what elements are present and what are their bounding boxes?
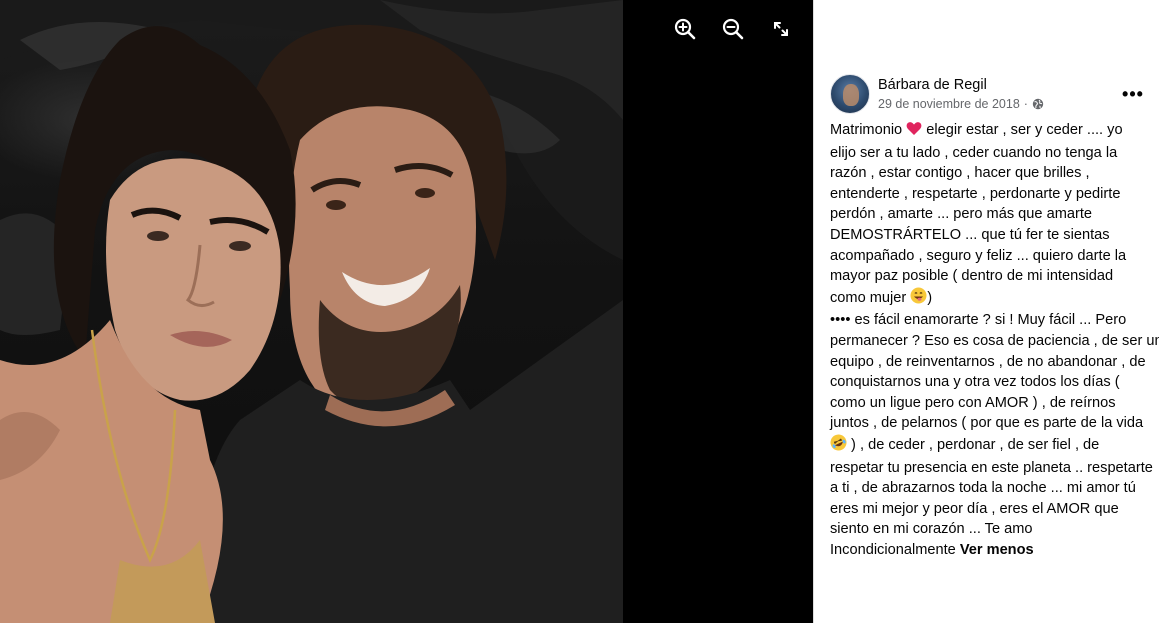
post-date[interactable]: 29 de noviembre de 2018 — [878, 95, 1020, 113]
post-photo[interactable] — [0, 0, 623, 623]
zoom-in-button[interactable] — [672, 18, 698, 44]
post-text-segment: DEMOSTRÁRTELO ... que tú fer te sientas — [830, 226, 1110, 243]
globe-icon[interactable] — [1032, 98, 1044, 110]
post-text-segment: •••• es fácil enamorarte ? si ! Muy fáci… — [830, 312, 1127, 329]
post-meta: 29 de noviembre de 2018 · — [878, 95, 1044, 113]
post-text-line: DEMOSTRÁRTELO ... que tú fer te sientas — [830, 225, 1159, 246]
meta-separator: · — [1023, 96, 1028, 111]
post-text-segment: acompañado , seguro y feliz ... quiero d… — [830, 247, 1127, 264]
post-text-segment: como mujer — [830, 289, 911, 306]
post-text-segment: ) , de ceder , perdonar , de ser fiel , … — [847, 436, 1100, 453]
post-text-line: ) , de ceder , perdonar , de ser fiel , … — [830, 434, 1159, 458]
post-text-line: acompañado , seguro y feliz ... quiero d… — [830, 246, 1159, 267]
post-text-segment: razón , estar contigo , hacer que brille… — [830, 165, 1090, 182]
more-options-button[interactable]: ••• — [1119, 80, 1147, 108]
post-text-line: permanecer ? Eso es cosa de paciencia , … — [830, 331, 1159, 352]
avatar[interactable] — [830, 74, 870, 114]
post-text-segment: elegir estar , ser y ceder .... yo — [922, 122, 1123, 138]
post-text-segment: equipo , de reinventarnos , de no abando… — [830, 353, 1146, 370]
rolling-laughing-emoji — [830, 434, 847, 458]
post-text-segment: Matrimonio — [830, 122, 907, 138]
viewer-toolbar — [672, 18, 794, 44]
post-panel: Bárbara de Regil 29 de noviembre de 2018… — [813, 0, 1159, 623]
post-text-line: siento en mi corazón ... Te amo — [830, 519, 1159, 540]
post-text-segment: eres mi mejor y peor día , eres el AMOR … — [830, 500, 1119, 517]
red-heart-emoji — [906, 121, 922, 143]
zoom-in-icon — [674, 18, 696, 45]
post-text-line: juntos , de pelarnos ( por que es parte … — [830, 413, 1159, 434]
post-text-line: como un ligue pero con AMOR ) , de reírn… — [830, 393, 1159, 414]
post-text: Matrimonio elegir estar , ser y ceder ..… — [830, 120, 1159, 560]
post-text-line: como mujer ) — [830, 287, 1159, 311]
post-text-segment: conquistarnos una y otra vez todos los d… — [830, 374, 1120, 391]
post-text-line: equipo , de reinventarnos , de no abando… — [830, 352, 1159, 373]
post-text-segment: siento en mi corazón ... Te amo — [830, 521, 1033, 538]
post-text-segment: Incondicionalmente — [830, 541, 960, 558]
post-text-segment: mayor paz posible ( dentro de mi intensi… — [830, 268, 1114, 285]
see-less-link[interactable]: Ver menos — [960, 542, 1034, 558]
post-text-line: respetar tu presencia en este planeta ..… — [830, 458, 1159, 479]
grinning-tongue-emoji — [910, 287, 927, 311]
post-text-segment: a ti , de abrazarnos toda la noche ... m… — [830, 480, 1136, 497]
photo-viewer — [0, 0, 813, 623]
post-text-segment: como un ligue pero con AMOR ) , de reírn… — [830, 394, 1116, 411]
author-name[interactable]: Bárbara de Regil — [878, 76, 1044, 94]
fullscreen-button[interactable] — [768, 18, 794, 44]
fullscreen-icon — [772, 20, 790, 43]
post-text-segment: ) — [927, 289, 933, 306]
post-text-line: perdón , amarte ... pero más que amarte — [830, 204, 1159, 225]
post-text-line: mayor paz posible ( dentro de mi intensi… — [830, 266, 1159, 287]
post-header: Bárbara de Regil 29 de noviembre de 2018… — [830, 72, 1147, 116]
post-text-segment: perdón , amarte ... pero más que amarte — [830, 206, 1093, 223]
post-text-line: Incondicionalmente Ver menos — [830, 540, 1159, 561]
post-text-segment: respetar tu presencia en este planeta ..… — [830, 459, 1153, 476]
post-text-line: conquistarnos una y otra vez todos los d… — [830, 372, 1159, 393]
author-block: Bárbara de Regil 29 de noviembre de 2018… — [878, 76, 1044, 113]
post-text-segment: elijo ser a tu lado , ceder cuando no te… — [830, 144, 1118, 161]
zoom-out-icon — [722, 18, 744, 45]
post-text-line: a ti , de abrazarnos toda la noche ... m… — [830, 478, 1159, 499]
post-text-line: entenderte , respetarte , perdonarte y p… — [830, 184, 1159, 205]
post-text-segment: entenderte , respetarte , perdonarte y p… — [830, 185, 1121, 202]
post-text-line: Matrimonio elegir estar , ser y ceder ..… — [830, 120, 1159, 143]
post-text-line: •••• es fácil enamorarte ? si ! Muy fáci… — [830, 310, 1159, 331]
post-text-line: eres mi mejor y peor día , eres el AMOR … — [830, 499, 1159, 520]
photo-illustration — [0, 0, 623, 623]
post-text-line: elijo ser a tu lado , ceder cuando no te… — [830, 143, 1159, 164]
post-text-segment: juntos , de pelarnos ( por que es parte … — [830, 415, 1144, 432]
post-text-segment: permanecer ? Eso es cosa de paciencia , … — [830, 332, 1159, 349]
zoom-out-button[interactable] — [720, 18, 746, 44]
post-text-line: razón , estar contigo , hacer que brille… — [830, 163, 1159, 184]
